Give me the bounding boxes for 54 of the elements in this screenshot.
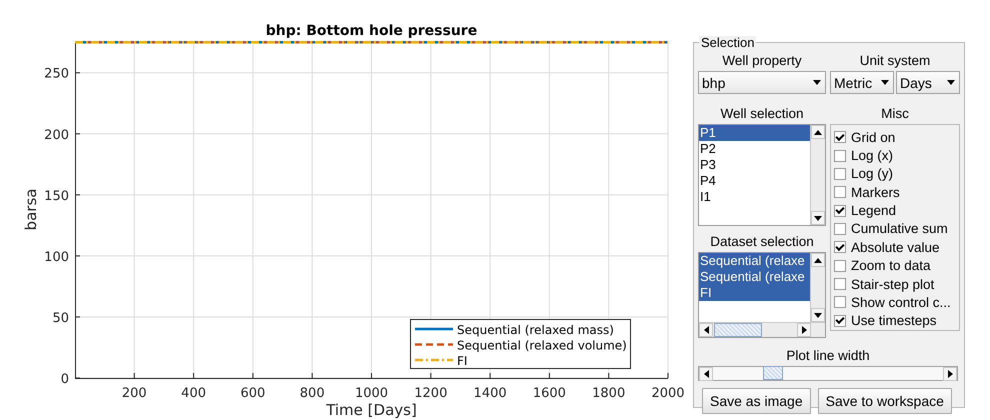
list-item[interactable]: P1	[699, 125, 810, 141]
y-tick-label: 0	[60, 372, 69, 387]
legend-label: FI	[457, 354, 468, 368]
checkbox-label: Legend	[851, 203, 896, 218]
checkbox-label: Absolute value	[851, 240, 940, 255]
checkbox-label: Grid on	[851, 130, 896, 145]
list-item[interactable]: Sequential (relaxe	[699, 253, 810, 269]
panel-title: Selection	[699, 36, 756, 50]
checkbox-label: Zoom to data	[851, 258, 931, 274]
x-tick-label: 200	[122, 386, 147, 401]
checkbox-label: Use timesteps	[851, 313, 937, 328]
y-tick-label: 250	[44, 66, 69, 82]
x-tick-label: 1200	[414, 386, 448, 401]
list-item[interactable]: P2	[699, 141, 810, 157]
checkbox-label: Log (x)	[851, 148, 894, 164]
field-label: Plot line width	[786, 348, 870, 364]
list-item[interactable]: P3	[699, 157, 810, 173]
x-tick-label: 1600	[532, 386, 566, 401]
dropdown[interactable]: bhp	[698, 71, 826, 94]
x-tick-label: 400	[181, 386, 206, 401]
dropdown[interactable]: Days	[896, 71, 960, 94]
dropdown[interactable]: Metric	[830, 71, 894, 94]
legend-label: Sequential (relaxed mass)	[457, 323, 614, 337]
list-item[interactable]: Sequential (relaxe	[699, 269, 810, 285]
field-label: Well selection	[720, 106, 804, 123]
legend-label: Sequential (relaxed volume)	[457, 338, 627, 352]
checkbox-label: Log (y)	[851, 166, 894, 182]
x-tick-label: 1800	[592, 386, 626, 401]
list-box[interactable]: P1 P2 P3 P4 I1	[698, 124, 826, 226]
y-axis-label: barsa	[22, 188, 40, 230]
checkbox-label: Markers	[851, 184, 900, 200]
field-label: Dataset selection	[710, 234, 814, 251]
checkbox-label: Show control c...	[851, 294, 951, 310]
y-tick-label: 100	[44, 250, 69, 265]
checkbox-label: Cumulative sum	[851, 221, 948, 236]
x-axis-label: Time [Days]	[326, 401, 417, 419]
y-tick-label: 200	[44, 128, 69, 143]
y-tick-label: 150	[44, 188, 69, 204]
list-item[interactable]: I1	[699, 189, 810, 205]
x-tick-label: 600	[240, 386, 266, 401]
field-label: Well property	[722, 53, 802, 70]
save-button[interactable]: Save to workspace	[818, 388, 952, 414]
chart-title: bhp: Bottom hole pressure	[266, 23, 478, 39]
field-label: Misc	[881, 106, 909, 123]
y-tick-label: 50	[52, 310, 69, 326]
x-tick-label: 2000	[651, 386, 685, 401]
x-tick-label: 1000	[354, 386, 388, 401]
list-item[interactable]: FI	[699, 285, 810, 301]
checkbox-label: Stair-step plot	[851, 276, 934, 292]
save-button[interactable]: Save as image	[702, 388, 811, 414]
field-label: Unit system	[860, 53, 930, 70]
x-tick-label: 1400	[474, 386, 507, 401]
x-tick-label: 800	[300, 386, 325, 401]
list-item[interactable]: P4	[699, 173, 810, 189]
